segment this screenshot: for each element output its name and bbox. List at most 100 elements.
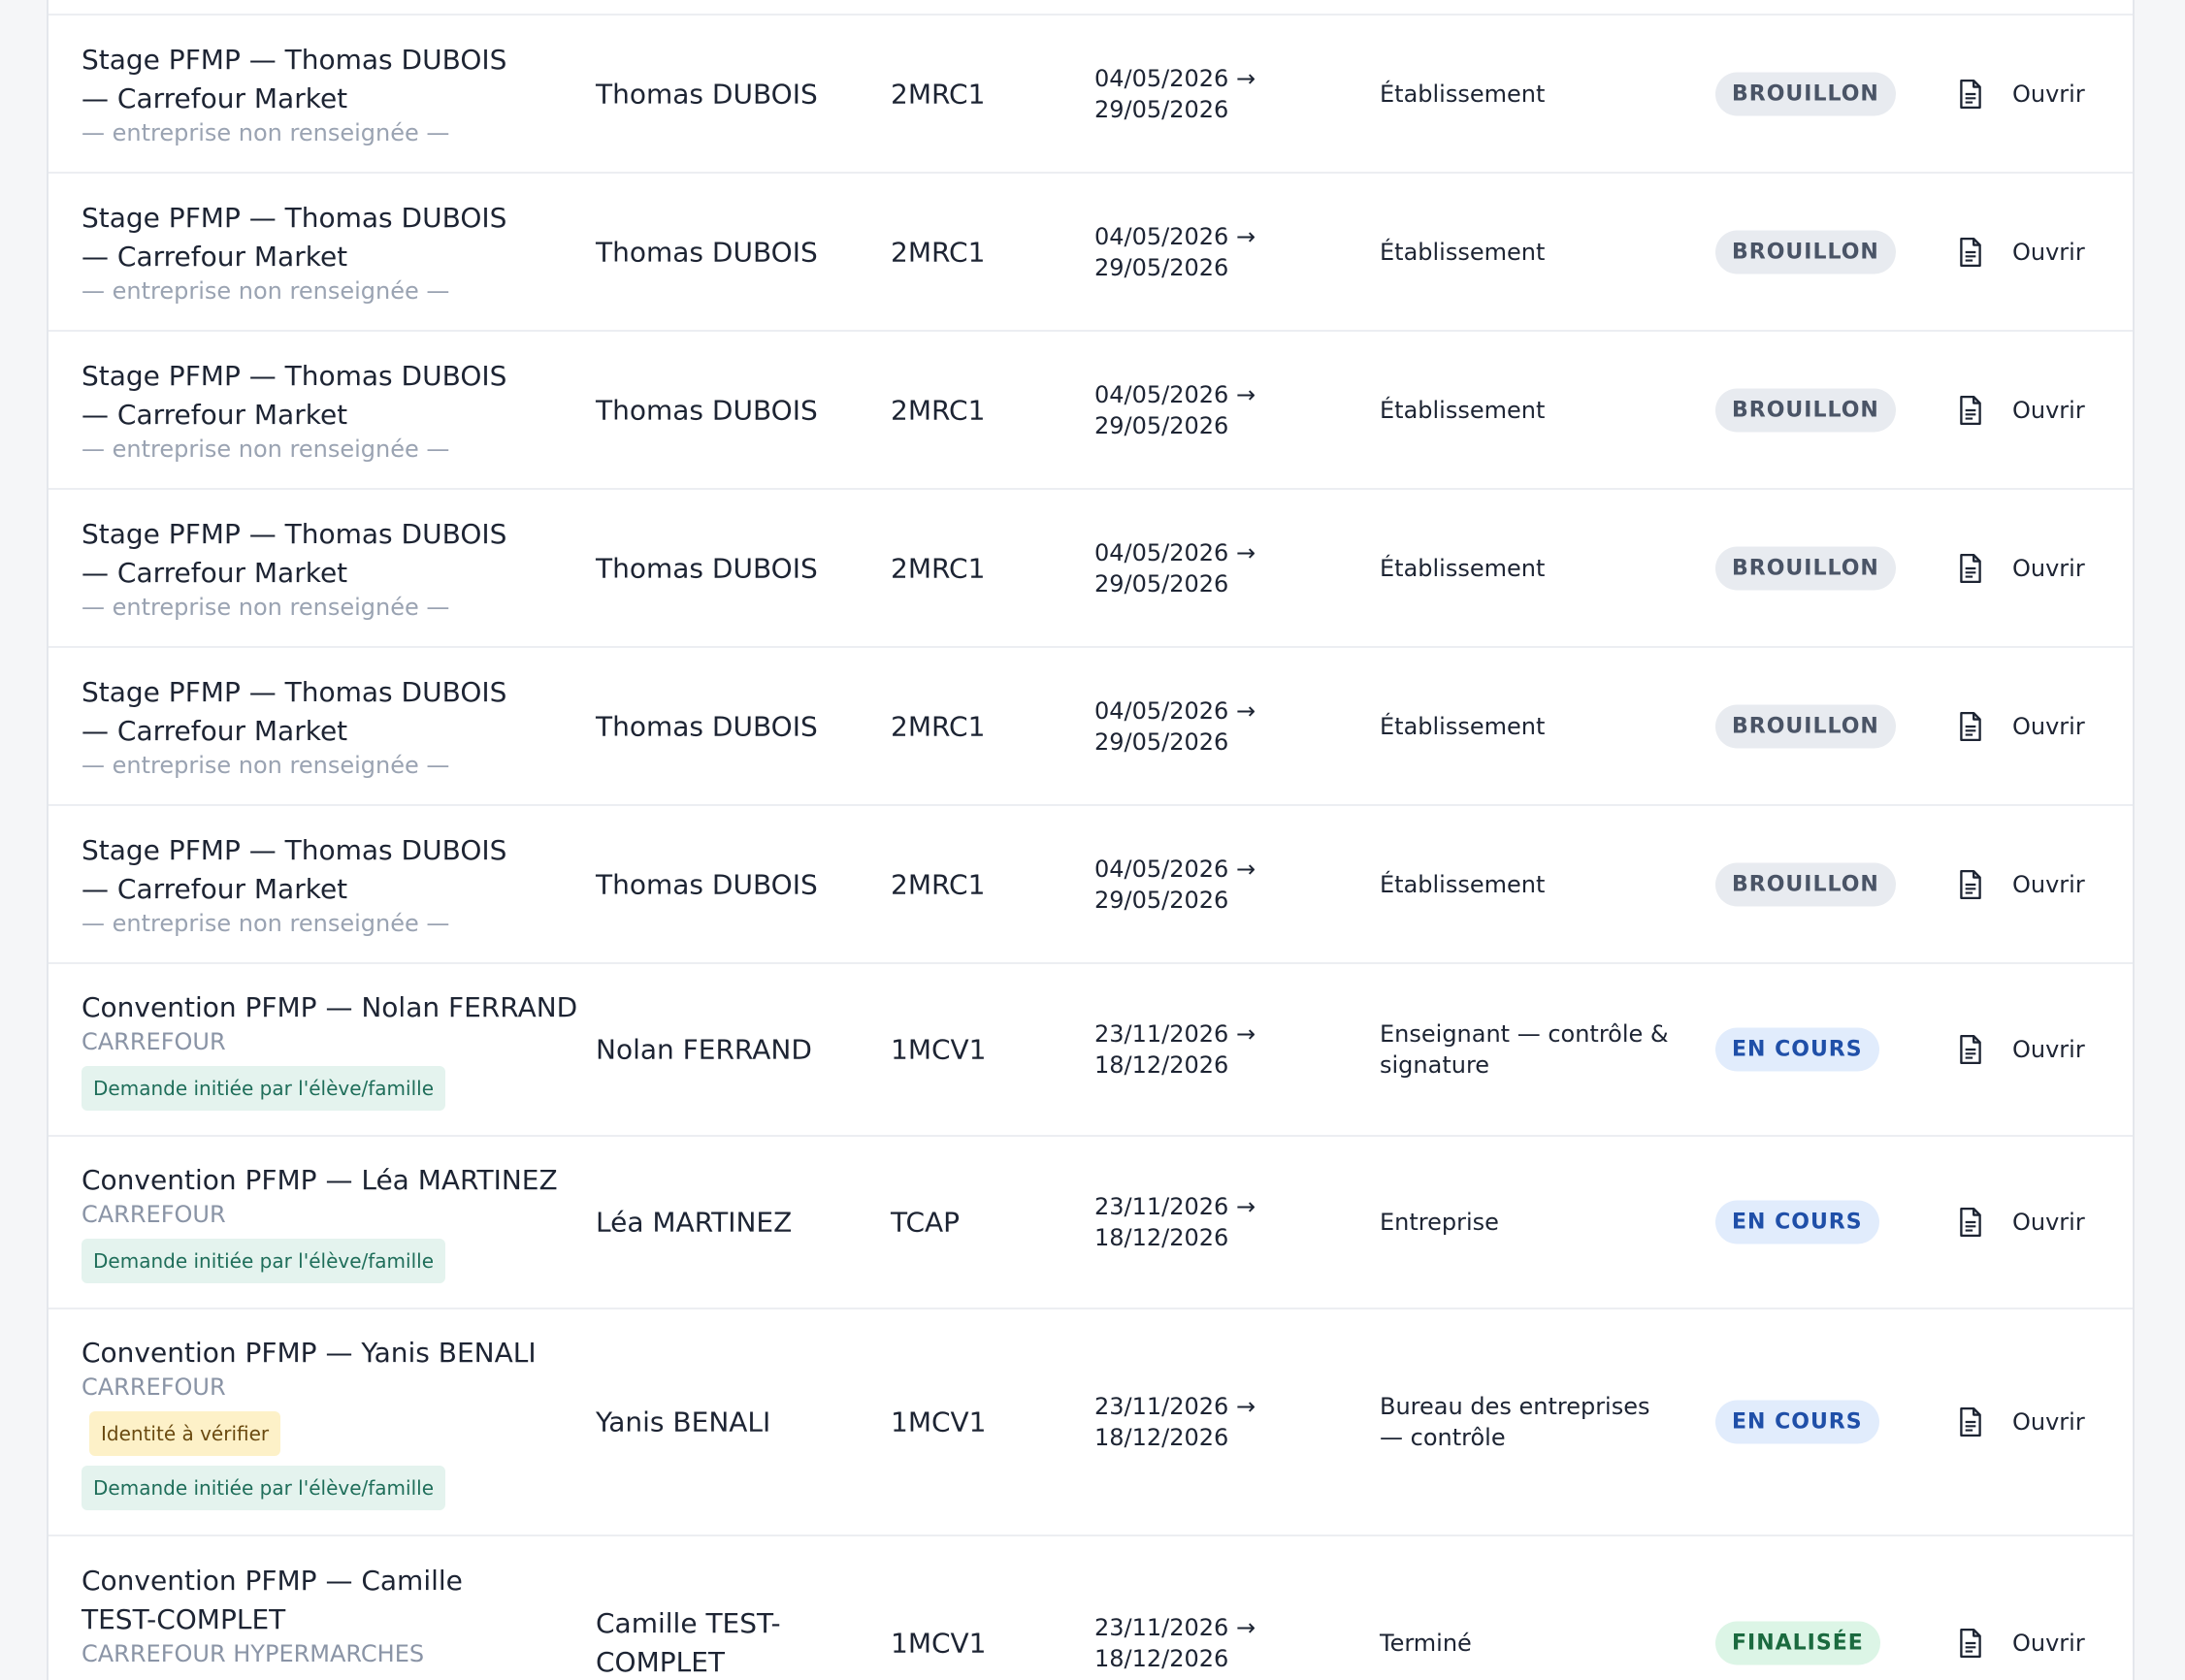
status-cell: BROUILLON (1715, 230, 1896, 274)
date-range: 04/05/2026 → 29/05/2026 (1094, 380, 1256, 439)
status-badge: BROUILLON (1715, 72, 1896, 115)
student-name: Thomas DUBOIS (596, 78, 818, 110)
open-button[interactable]: Ouvrir (1958, 237, 2085, 268)
document-icon (1960, 711, 1981, 741)
convention-title-cell: Stage PFMP — Thomas DUBOIS — Carrefour M… (82, 831, 586, 938)
current-step: Établissement (1380, 80, 1546, 108)
convention-title-cell: Stage PFMP — Thomas DUBOIS — Carrefour M… (82, 515, 586, 622)
class-code: 1MCV1 (891, 1405, 987, 1438)
document-icon (1960, 395, 1981, 425)
convention-title[interactable]: Stage PFMP — Thomas DUBOIS — Carrefour M… (82, 515, 528, 593)
open-button[interactable]: Ouvrir (1958, 1207, 2085, 1238)
table-row: Stage PFMP — Thomas DUBOIS — Carrefour M… (49, 646, 2133, 804)
document-icon (1960, 237, 1981, 267)
convention-title[interactable]: Stage PFMP — Thomas DUBOIS — Carrefour M… (82, 831, 528, 909)
current-step: Entreprise (1380, 1209, 1499, 1236)
open-button[interactable]: Ouvrir (1958, 79, 2085, 110)
company-name: — entreprise non renseignée — (82, 435, 450, 463)
convention-title[interactable]: Convention PFMP — Yanis BENALI (82, 1334, 586, 1373)
convention-title[interactable]: Stage PFMP — Thomas DUBOIS — Carrefour M… (82, 673, 528, 751)
open-label: Ouvrir (2012, 1408, 2085, 1436)
company-name: CARREFOUR (82, 1201, 226, 1228)
open-button[interactable]: Ouvrir (1958, 711, 2085, 742)
status-badge: EN COURS (1715, 1400, 1879, 1444)
open-button[interactable]: Ouvrir (1958, 553, 2085, 584)
date-range: 23/11/2026 → 18/12/2026 (1094, 1020, 1256, 1079)
status-cell: BROUILLON (1715, 388, 1896, 432)
student-name: Thomas DUBOIS (596, 710, 818, 742)
convention-title[interactable]: Stage PFMP — Thomas DUBOIS — Carrefour M… (82, 41, 528, 118)
status-cell: BROUILLON (1715, 546, 1896, 590)
company-name: CARREFOUR HYPERMARCHES (82, 1640, 425, 1667)
class-code: 2MRC1 (891, 236, 986, 268)
class-code: 2MRC1 (891, 78, 986, 110)
class-code: 1MCV1 (891, 1627, 987, 1660)
status-badge: EN COURS (1715, 1027, 1879, 1072)
convention-title[interactable]: Convention PFMP — Camille TEST-COMPLET (82, 1562, 538, 1639)
student-name: Thomas DUBOIS (596, 236, 818, 268)
open-label: Ouvrir (2012, 238, 2085, 266)
current-step: Établissement (1380, 554, 1546, 582)
current-step: Établissement (1380, 238, 1546, 266)
convention-title-cell: Convention PFMP — Camille TEST-COMPLET C… (82, 1562, 586, 1668)
convention-title-cell: Stage PFMP — Thomas DUBOIS — Carrefour M… (82, 41, 586, 147)
status-badge: BROUILLON (1715, 546, 1896, 590)
document-icon (1960, 1406, 1981, 1438)
status-badge: BROUILLON (1715, 862, 1896, 906)
status-badge: BROUILLON (1715, 388, 1896, 432)
company-name: — entreprise non renseignée — (82, 751, 450, 779)
status-cell: BROUILLON (1715, 862, 1896, 906)
table-row: Stage PFMP — Thomas DUBOIS — Carrefour M… (49, 14, 2133, 172)
open-button[interactable]: Ouvrir (1958, 1406, 2085, 1438)
company-name: CARREFOUR (82, 1028, 226, 1055)
student-name: Thomas DUBOIS (596, 868, 818, 900)
open-label: Ouvrir (2012, 1209, 2085, 1236)
open-button[interactable]: Ouvrir (1958, 1034, 2085, 1065)
student-name: Nolan FERRAND (596, 1033, 812, 1066)
status-cell: EN COURS (1715, 1200, 1879, 1244)
current-step: Terminé (1380, 1630, 1472, 1657)
convention-title[interactable]: Convention PFMP — Nolan FERRAND (82, 988, 586, 1027)
status-cell: EN COURS (1715, 1027, 1879, 1072)
table-row: Stage PFMP — Thomas DUBOIS — Carrefour M… (49, 330, 2133, 488)
open-label: Ouvrir (2012, 554, 2085, 582)
convention-title-cell: Convention PFMP — Yanis BENALI CARREFOUR… (82, 1334, 586, 1510)
convention-title-cell: Convention PFMP — Nolan FERRAND CARREFOU… (82, 988, 586, 1111)
status-badge: BROUILLON (1715, 704, 1896, 748)
document-icon (1960, 553, 1981, 583)
open-label: Ouvrir (2012, 1036, 2085, 1063)
status-cell: FINALISÉE (1715, 1621, 1880, 1665)
document-icon (1960, 1628, 1981, 1659)
current-step: Établissement (1380, 712, 1546, 740)
date-range: 23/11/2026 → 18/12/2026 (1094, 1614, 1256, 1672)
convention-title-cell: Stage PFMP — Thomas DUBOIS — Carrefour M… (82, 673, 586, 780)
status-badge: EN COURS (1715, 1200, 1879, 1244)
open-button[interactable]: Ouvrir (1958, 869, 2085, 900)
convention-title[interactable]: Stage PFMP — Thomas DUBOIS — Carrefour M… (82, 357, 528, 435)
convention-title[interactable]: Stage PFMP — Thomas DUBOIS — Carrefour M… (82, 199, 528, 276)
convention-title-cell: Stage PFMP — Thomas DUBOIS — Carrefour M… (82, 357, 586, 464)
class-code: TCAP (891, 1206, 961, 1239)
date-range: 04/05/2026 → 29/05/2026 (1094, 64, 1256, 123)
student-name: Yanis BENALI (596, 1405, 771, 1438)
company-name: CARREFOUR (82, 1373, 226, 1401)
identity-warning-tag: Identité à vérifier (89, 1411, 281, 1456)
current-step: Établissement (1380, 870, 1546, 898)
open-label: Ouvrir (2012, 870, 2085, 898)
class-code: 2MRC1 (891, 552, 986, 584)
convention-title[interactable]: Convention PFMP — Léa MARTINEZ (82, 1161, 586, 1200)
current-step: Établissement (1380, 396, 1546, 424)
open-label: Ouvrir (2012, 712, 2085, 740)
open-button[interactable]: Ouvrir (1958, 395, 2085, 426)
document-icon (1960, 869, 1981, 899)
table-row: Stage PFMP — Thomas DUBOIS — Carrefour M… (49, 172, 2133, 330)
table-row: Convention PFMP — Léa MARTINEZ CARREFOUR… (49, 1135, 2133, 1308)
table-row: Convention PFMP — Camille TEST-COMPLET C… (49, 1535, 2133, 1680)
student-name: Camille TEST-COMPLET (596, 1607, 781, 1678)
open-button[interactable]: Ouvrir (1958, 1628, 2085, 1659)
class-code: 2MRC1 (891, 394, 986, 426)
class-code: 2MRC1 (891, 868, 986, 900)
table-row: Stage PFMP — Thomas DUBOIS — Carrefour M… (49, 488, 2133, 646)
origin-tag: Demande initiée par l'élève/famille (82, 1239, 446, 1283)
convention-title-cell: Stage PFMP — Thomas DUBOIS — Carrefour M… (82, 199, 586, 306)
